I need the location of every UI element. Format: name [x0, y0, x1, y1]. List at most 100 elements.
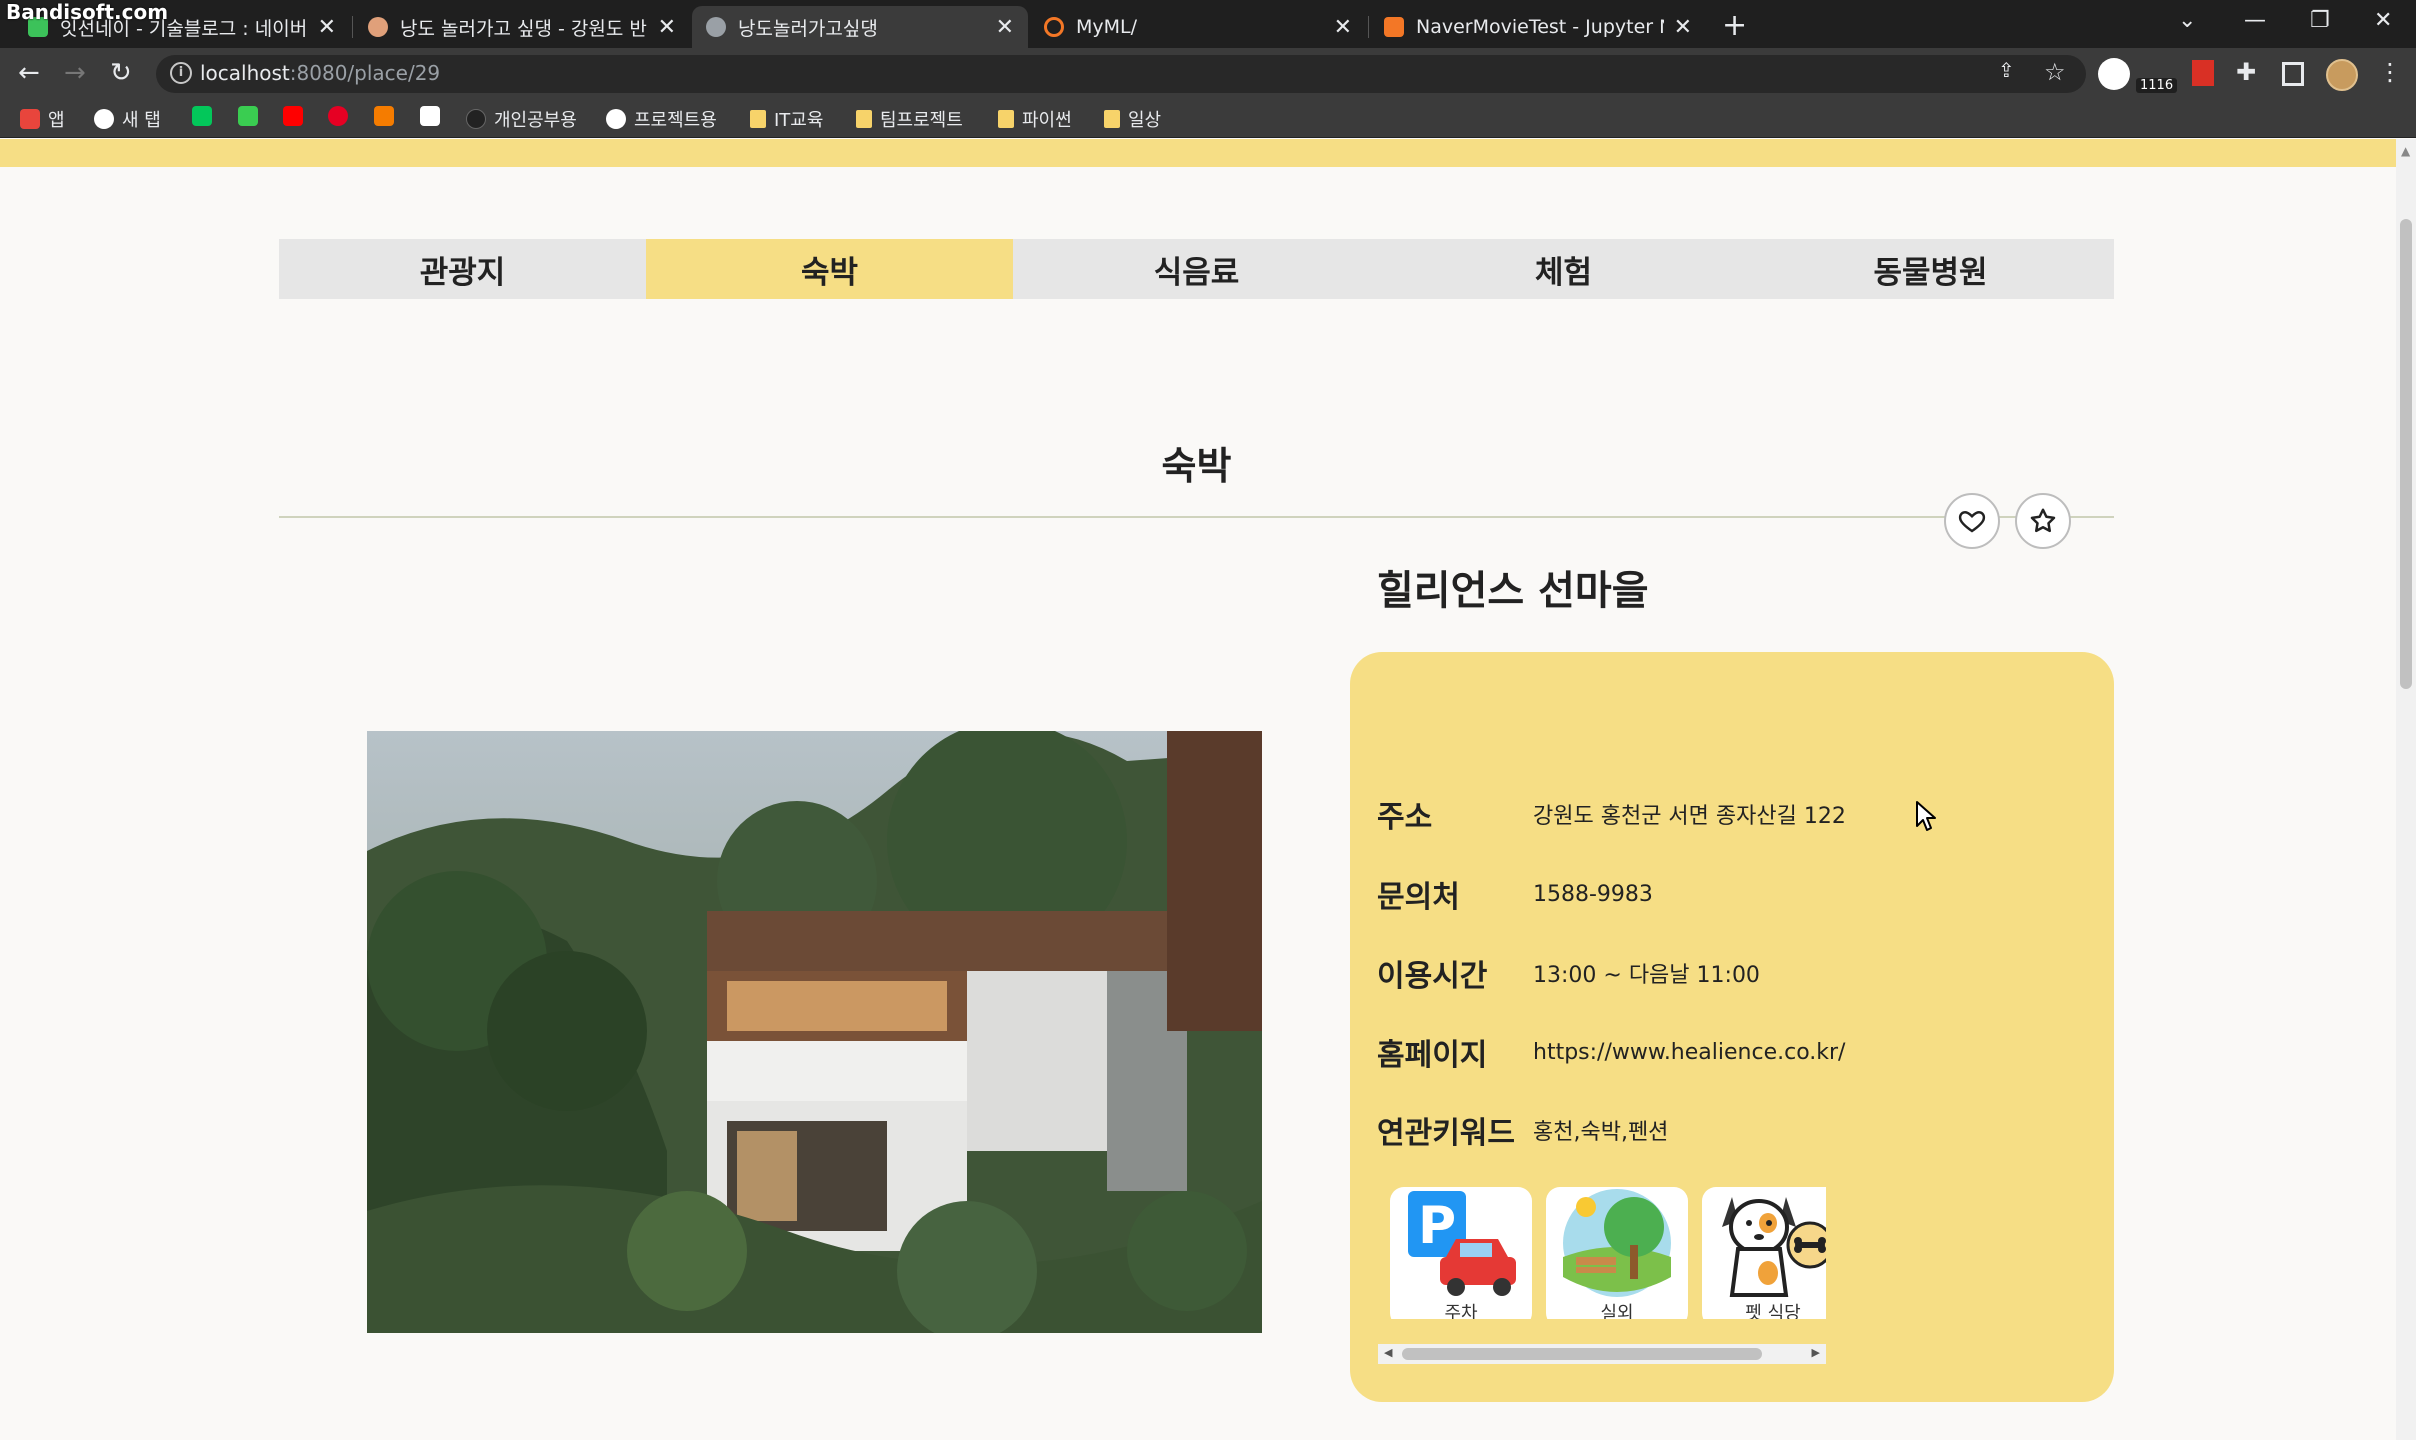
bookmark-folder-python[interactable]: 파이썬	[998, 106, 1072, 132]
bookmark-folder-daily[interactable]: 일상	[1104, 106, 1161, 132]
profile-avatar[interactable]	[2326, 59, 2358, 91]
bookmark-naver[interactable]	[192, 106, 220, 126]
bookmark-label: 파이썬	[1022, 110, 1072, 131]
tab-title: 낭도 놀러가고 싶댕 - 강원도 반려	[400, 17, 648, 40]
page-title: 숙박	[1161, 444, 1232, 488]
apps-grid-icon	[20, 109, 40, 129]
browser-tab-active[interactable]: 낭도놀러가고싶댕 ✕	[692, 6, 1028, 48]
pet-restaurant-icon	[1722, 1197, 1826, 1297]
tab-experience[interactable]: 체험	[1380, 239, 1747, 299]
star-icon	[2030, 508, 2056, 533]
minimize-icon[interactable]: —	[2244, 8, 2266, 33]
side-panel-icon[interactable]	[2282, 62, 2304, 86]
bookmark-apps[interactable]: 앱	[20, 106, 65, 132]
amenity-label: 주차	[1444, 1303, 1478, 1319]
svg-text:P: P	[1418, 1196, 1456, 1256]
folder-icon	[1104, 110, 1120, 128]
globe-icon	[706, 17, 726, 37]
amenity-horizontal-scrollbar[interactable]: ◀ ▶	[1378, 1344, 1826, 1364]
bookmark-line[interactable]	[238, 106, 266, 126]
pinterest-icon	[328, 106, 348, 126]
tab-close-icon[interactable]: ✕	[318, 15, 336, 40]
info-label: 문의처	[1377, 880, 1460, 915]
bookmark-star-icon[interactable]: ☆	[2044, 58, 2066, 86]
tab-title: MyML/	[1076, 16, 1138, 38]
contact-value: 1588-9983	[1533, 881, 1653, 907]
web-page: 관광지 숙박 식음료 체험 동물병원 숙박	[0, 139, 2396, 1440]
back-arrow-icon[interactable]: ←	[18, 58, 40, 88]
info-row-keywords: 연관키워드 홍천,숙박,펜션	[1377, 1108, 1668, 1152]
new-tab-button[interactable]: +	[1722, 8, 1747, 43]
bookmark-app[interactable]	[374, 106, 402, 126]
bookmark-newtab[interactable]: 새 탭	[94, 106, 161, 132]
parking-icon: P	[1408, 1191, 1516, 1296]
tab-close-icon[interactable]: ✕	[1674, 15, 1692, 40]
tab-favicon-icon	[368, 17, 388, 37]
bookmark-project[interactable]: 프로젝트용	[606, 106, 717, 132]
menu-kebab-icon[interactable]: ⋮	[2378, 58, 2402, 86]
place-photo-image	[367, 731, 1262, 1333]
jupyter-icon	[1044, 17, 1064, 37]
bookmark-pinterest[interactable]	[328, 106, 356, 126]
tab-tourism[interactable]: 관광지	[279, 239, 646, 299]
extension-icon[interactable]	[2098, 58, 2130, 90]
share-icon[interactable]: ⇪	[1998, 58, 2015, 82]
like-button[interactable]	[1944, 493, 2000, 549]
homepage-link[interactable]: https://www.healience.co.kr/	[1533, 1040, 1845, 1065]
url-text[interactable]: localhost:8080/place/29	[200, 61, 440, 85]
globe-icon	[94, 109, 114, 129]
puzzle-extensions-icon[interactable]: ✚	[2236, 58, 2256, 86]
amenity-label: 실외	[1600, 1303, 1634, 1319]
site-header-strip	[0, 139, 2396, 167]
scroll-right-icon[interactable]: ▶	[1812, 1346, 1820, 1359]
bookmark-label: IT교육	[774, 110, 824, 131]
bookmark-label: 프로젝트용	[634, 110, 717, 131]
tab-food[interactable]: 식음료	[1013, 239, 1380, 299]
page-vertical-scrollbar[interactable]: ▲	[2396, 139, 2416, 1440]
browser-tab[interactable]: 낭도 놀러가고 싶댕 - 강원도 반려 ✕	[354, 6, 690, 48]
scroll-left-icon[interactable]: ◀	[1384, 1346, 1392, 1359]
tab-close-icon[interactable]: ✕	[996, 15, 1014, 40]
bookmark-label: 새 탭	[122, 110, 161, 131]
address-value: 강원도 홍천군 서면 종자산길 122	[1533, 804, 1846, 829]
scrollbar-thumb[interactable]	[1402, 1348, 1762, 1360]
title-divider	[279, 516, 2114, 518]
bookmark-trello[interactable]	[420, 106, 448, 126]
info-label: 연관키워드	[1377, 1116, 1515, 1151]
reload-icon[interactable]: ↻	[110, 58, 132, 88]
amenity-item: 펫 식당	[1702, 1187, 1826, 1319]
info-label: 이용시간	[1377, 959, 1488, 994]
tab-animal-hospital[interactable]: 동물병원	[1747, 239, 2114, 299]
tab-search-icon[interactable]: ⌄	[2178, 8, 2196, 33]
github-icon	[466, 109, 486, 129]
browser-tab[interactable]: MyML/ ✕	[1030, 6, 1366, 48]
folder-icon	[750, 110, 766, 128]
forward-arrow-icon[interactable]: →	[64, 58, 86, 88]
bookmark-label: 개인공부용	[494, 110, 577, 131]
browser-tab[interactable]: NaverMovieTest - Jupyter Notebook ✕	[1370, 6, 1706, 48]
scroll-up-icon[interactable]: ▲	[2401, 144, 2410, 158]
scrollbar-thumb[interactable]	[2400, 219, 2412, 689]
site-info-icon[interactable]: i	[170, 62, 192, 84]
place-photo	[367, 731, 1262, 1333]
tab-divider	[352, 16, 353, 38]
bookmarks-bar	[0, 98, 2416, 138]
tab-lodging[interactable]: 숙박	[646, 239, 1013, 299]
amenity-list[interactable]: P 주차 실외 펫 식당	[1390, 1187, 1826, 1319]
bookmark-folder-it[interactable]: IT교육	[750, 106, 823, 132]
favorite-button[interactable]	[2015, 493, 2071, 549]
bookmark-folder-team[interactable]: 팀프로젝트	[856, 106, 963, 132]
restore-icon[interactable]: ❐	[2310, 8, 2330, 33]
heart-icon	[1958, 510, 1986, 533]
bookmark-study[interactable]: 개인공부용	[466, 106, 577, 132]
window-close-icon[interactable]: ✕	[2374, 8, 2392, 33]
tab-close-icon[interactable]: ✕	[1334, 15, 1352, 40]
category-tabs: 관광지 숙박 식음료 체험 동물병원	[279, 239, 2114, 299]
address-bar[interactable]	[156, 55, 2086, 93]
extension-red-icon[interactable]	[2192, 60, 2214, 86]
url-path: :8080/place/29	[289, 61, 441, 85]
url-host: localhost	[200, 61, 290, 85]
info-row-hours: 이용시간 13:00 ~ 다음날 11:00	[1377, 951, 1760, 995]
bookmark-youtube[interactable]	[283, 106, 311, 126]
tab-close-icon[interactable]: ✕	[658, 15, 676, 40]
